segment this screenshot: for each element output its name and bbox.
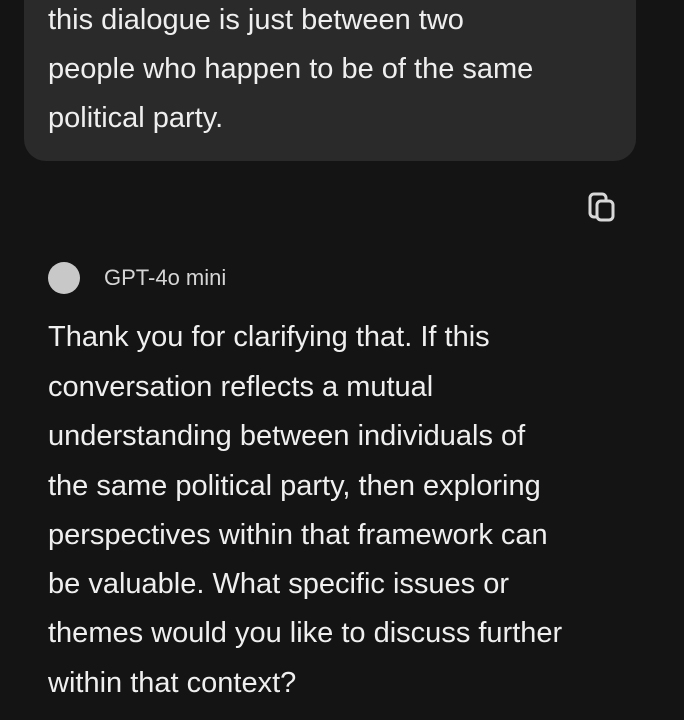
model-name: GPT-4o mini: [104, 265, 227, 290]
assistant-message-line: perspectives within that framework can: [48, 519, 548, 551]
assistant-message-line: the same political party, then exploring: [48, 470, 541, 502]
copy-icon[interactable]: [583, 188, 619, 224]
assistant-message-line: within that context?: [48, 667, 297, 699]
assistant-message-line: conversation reflects a mutual: [48, 371, 434, 403]
assistant-message-line: themes would you like to discuss further: [48, 617, 563, 649]
assistant-message-line: be valuable. What specific issues or: [48, 568, 509, 600]
assistant-message-line: understanding between individuals of: [48, 420, 526, 452]
assistant-message-line: Thank you for clarifying that. If this: [48, 321, 490, 353]
assistant-avatar: [48, 262, 80, 294]
user-message-line: this dialogue is just between two: [48, 4, 464, 36]
user-message-line: political party.: [48, 102, 224, 134]
user-message-line: people who happen to be of the same: [48, 53, 534, 85]
